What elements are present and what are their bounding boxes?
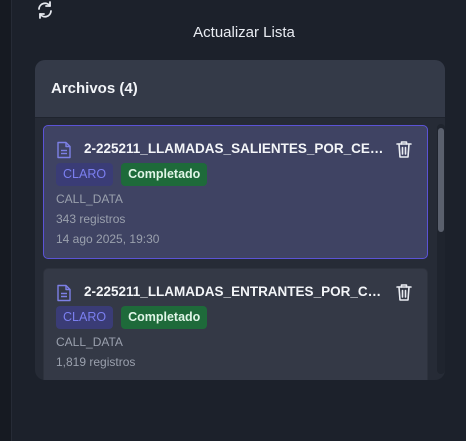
trash-icon[interactable] <box>395 139 413 159</box>
badge-row: CLARO Completado <box>56 306 208 329</box>
files-panel-header: Archivos (4) <box>35 60 445 118</box>
status-badge: Completado <box>121 163 208 186</box>
file-card[interactable]: 2-225211_LLAMADAS_ENTRANTES_POR_CELD... … <box>43 268 428 380</box>
badge-row: CLARO Completado <box>56 163 208 186</box>
document-icon <box>57 284 71 302</box>
file-card[interactable]: 2-225211_LLAMADAS_SALIENTES_POR_CELDA...… <box>43 125 428 259</box>
files-list: 2-225211_LLAMADAS_SALIENTES_POR_CELDA...… <box>35 118 445 380</box>
files-panel: Archivos (4) 2-225211_LLAMADAS_SALIENTES… <box>35 60 445 380</box>
files-panel-title: Archivos (4) <box>51 80 138 97</box>
carrier-badge: CLARO <box>56 306 114 329</box>
left-sidebar-edge <box>0 0 12 441</box>
refresh-list-button[interactable]: Actualizar Lista <box>0 24 466 41</box>
status-badge: Completado <box>121 306 208 329</box>
file-name: 2-225211_LLAMADAS_ENTRANTES_POR_CELD... <box>84 284 389 299</box>
file-type: CALL_DATA <box>56 335 123 349</box>
file-type: CALL_DATA <box>56 192 123 206</box>
file-date: 14 ago 2025, 19:30 <box>56 232 160 246</box>
trash-icon[interactable] <box>395 282 413 302</box>
document-icon <box>57 141 71 159</box>
carrier-badge: CLARO <box>56 163 114 186</box>
scrollbar-thumb[interactable] <box>438 128 444 232</box>
file-name: 2-225211_LLAMADAS_SALIENTES_POR_CELDA... <box>84 141 389 156</box>
files-scrollbar[interactable] <box>437 124 445 374</box>
record-count: 1,819 registros <box>56 355 136 369</box>
record-count: 343 registros <box>56 212 126 226</box>
refresh-icon[interactable] <box>35 0 55 20</box>
